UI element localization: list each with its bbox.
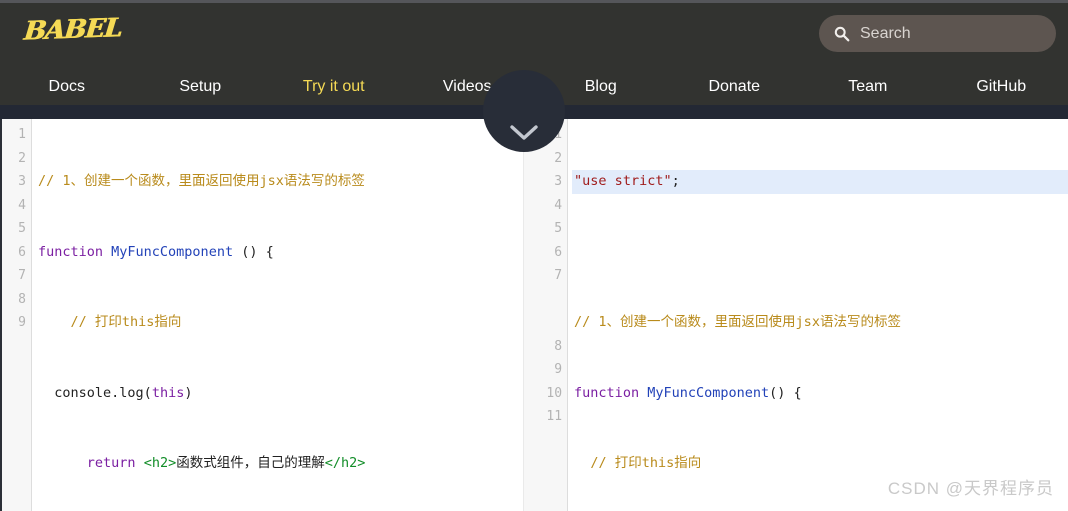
csdn-watermark: CSDN @天界程序员 — [887, 479, 1054, 498]
line-number: 11 — [546, 409, 563, 424]
expand-toggle-button[interactable] — [483, 70, 565, 152]
code-token-comment: // 1、创建一个函数，里面返回使用jsx语法写的标签 — [38, 173, 365, 189]
nav-item-donate[interactable]: Donate — [668, 78, 802, 96]
line-number: 7 — [18, 268, 26, 283]
pane-divider[interactable] — [524, 119, 539, 511]
code-line-active: "use strict"; — [572, 170, 1068, 194]
line-number: 2 — [554, 150, 563, 166]
line-number: 7 — [554, 268, 563, 283]
line-number: 8 — [18, 291, 26, 307]
nav-item-team[interactable]: Team — [801, 78, 935, 96]
line-number: 3 — [554, 174, 563, 189]
code-token-comment: // 打印this指向 — [38, 314, 182, 330]
code-line: // 1、创建一个函数，里面返回使用jsx语法写的标签 — [572, 311, 1068, 335]
source-editor-pane[interactable]: 1 2 3 4 5 6 7 8 9 // 1、创建一个函数，里面返回使用jsx语… — [0, 119, 525, 511]
line-number: 1 — [18, 127, 26, 142]
editor-area: 1 2 3 4 5 6 7 8 9 // 1、创建一个函数，里面返回使用jsx语… — [0, 119, 1068, 511]
code-line: function MyFuncComponent() { — [574, 384, 802, 401]
code-line: return <h2>函数式组件，自己的理解</h2> — [86, 455, 366, 471]
code-line: // 打印this指向 — [572, 452, 1068, 476]
chevron-down-icon — [510, 125, 538, 140]
nav-item-try-it-out[interactable]: Try it out — [267, 78, 401, 96]
line-number: 6 — [554, 244, 563, 260]
search-placeholder: Search — [860, 24, 911, 42]
code-token-comment: // 打印this指向 — [574, 455, 702, 471]
line-number: 6 — [18, 244, 26, 260]
compiled-code-text[interactable]: "use strict"; // 1、创建一个函数，里面返回使用jsx语法写的标… — [568, 119, 1068, 511]
code-line: function MyFuncComponent () { — [38, 243, 274, 260]
search-icon — [833, 25, 850, 42]
nav-item-github[interactable]: GitHub — [935, 78, 1068, 96]
line-number: 3 — [18, 174, 26, 189]
compiled-output-pane[interactable]: 1 2 3 4 5 6 7 8 9 10 11 "use strict"; //… — [538, 119, 1068, 511]
line-number: 5 — [18, 221, 26, 236]
babel-logo[interactable]: BABEL — [22, 13, 123, 46]
line-number: 10 — [546, 385, 563, 401]
output-line-numbers: 1 2 3 4 5 6 7 8 9 10 11 — [538, 119, 569, 511]
search-input[interactable]: Search — [819, 15, 1056, 52]
line-number: 9 — [554, 362, 563, 377]
source-line-numbers: 1 2 3 4 5 6 7 8 9 — [0, 119, 32, 511]
line-number: 9 — [18, 315, 26, 330]
line-number: 5 — [554, 221, 563, 236]
code-line: // 打印this指向 — [36, 311, 523, 335]
code-line: // 1、创建一个函数，里面返回使用jsx语法写的标签 — [36, 170, 523, 194]
code-token-comment: // 1、创建一个函数，里面返回使用jsx语法写的标签 — [574, 314, 901, 330]
source-code-text[interactable]: // 1、创建一个函数，里面返回使用jsx语法写的标签 function MyF… — [32, 119, 523, 511]
line-number: 8 — [554, 338, 563, 354]
line-number: 4 — [18, 197, 26, 213]
babel-try-it-out-page: BABEL Search Docs Setup Try it out Video… — [0, 0, 1068, 511]
nav-item-setup[interactable]: Setup — [134, 78, 268, 96]
line-number: 4 — [554, 197, 563, 213]
nav-item-docs[interactable]: Docs — [0, 78, 134, 96]
line-number: 2 — [18, 150, 26, 166]
code-line: console.log(this) — [38, 384, 193, 401]
